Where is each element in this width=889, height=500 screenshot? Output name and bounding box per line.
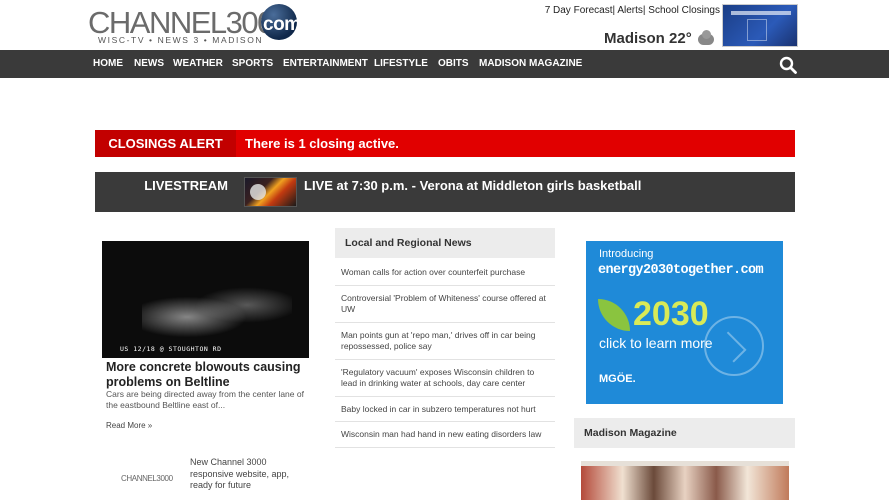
- ad-intro: Introducing: [599, 248, 654, 260]
- closings-alert-banner[interactable]: CLOSINGS ALERT There is 1 closing active…: [95, 130, 795, 157]
- logo-subtitle: WISC-TV • NEWS 3 • MADISON: [98, 35, 264, 45]
- weather-city: Madison: [604, 30, 665, 47]
- local-news-list: Woman calls for action over counterfeit …: [335, 260, 555, 448]
- nav-lifestyle[interactable]: LIFESTYLE: [374, 50, 428, 78]
- search-icon[interactable]: [779, 56, 797, 74]
- nav-weather[interactable]: WEATHER: [173, 50, 223, 78]
- logo-com: com: [263, 14, 301, 35]
- top-story-summary: Cars are being directed away from the ce…: [106, 389, 304, 410]
- ad-year: 2030: [633, 295, 709, 333]
- closings-alert-label: CLOSINGS ALERT: [95, 130, 236, 157]
- news-item[interactable]: Baby locked in car in subzero temperatur…: [335, 397, 555, 422]
- site-header: CHANNEL3000 com WISC-TV • NEWS 3 • MADIS…: [0, 0, 889, 50]
- leaf-icon: [598, 299, 630, 331]
- camera-caption: US 12/18 @ STOUGHTON RD: [120, 345, 222, 353]
- closings-alert-text: There is 1 closing active.: [245, 136, 399, 151]
- news-item[interactable]: Controversial 'Problem of Whiteness' cou…: [335, 286, 555, 323]
- livestream-title: LIVE at 7:30 p.m. - Verona at Middleton …: [304, 178, 642, 193]
- livestream-thumbnail: [244, 177, 297, 207]
- nav-news[interactable]: NEWS: [134, 50, 164, 78]
- main-nav: HOME NEWS WEATHER SPORTS ENTERTAINMENT L…: [0, 50, 889, 78]
- weather-widget[interactable]: Madison 22°: [604, 29, 714, 47]
- top-story-image[interactable]: US 12/18 @ STOUGHTON RD: [102, 241, 309, 358]
- ad-brand: MGÖE.: [599, 373, 636, 385]
- weather-temp: 22°: [669, 30, 692, 47]
- ad-cta: click to learn more: [599, 335, 713, 351]
- local-news-header: Local and Regional News: [335, 228, 555, 258]
- ad-url: energy2030together.com: [598, 263, 764, 278]
- top-story-title[interactable]: More concrete blowouts causing problems …: [106, 360, 311, 390]
- promo-headline[interactable]: New Channel 3000 responsive website, app…: [190, 457, 310, 492]
- nav-madison-magazine[interactable]: MADISON MAGAZINE: [479, 50, 582, 78]
- cloudy-weather-icon: [697, 29, 714, 45]
- news-item[interactable]: Woman calls for action over counterfeit …: [335, 260, 555, 286]
- energy-2030-ad[interactable]: Introducing energy2030together.com 2030 …: [586, 241, 783, 404]
- news-item[interactable]: Man points gun at 'repo man,' drives off…: [335, 323, 555, 360]
- livestream-banner[interactable]: LIVESTREAM LIVE at 7:30 p.m. - Verona at…: [95, 172, 795, 212]
- radar-map-thumbnail[interactable]: [722, 4, 798, 47]
- channel3000-logo[interactable]: CHANNEL3000 com WISC-TV • NEWS 3 • MADIS…: [88, 4, 310, 47]
- nav-obits[interactable]: OBITS: [438, 50, 469, 78]
- news-item[interactable]: Wisconsin man had hand in new eating dis…: [335, 422, 555, 448]
- arrow-icon: [704, 316, 764, 376]
- livestream-label: LIVESTREAM: [144, 178, 228, 193]
- nav-home[interactable]: HOME: [93, 50, 123, 78]
- read-more-link[interactable]: Read More »: [106, 421, 152, 430]
- nav-sports[interactable]: SPORTS: [232, 50, 273, 78]
- forecast-link[interactable]: 7 Day Forecast|: [545, 5, 615, 16]
- madison-magazine-image[interactable]: [581, 461, 789, 500]
- alerts-link[interactable]: Alerts|: [617, 5, 645, 16]
- header-top-links: 7 Day Forecast| Alerts| School Closings: [540, 5, 720, 16]
- madison-magazine-header: Madison Magazine: [574, 418, 795, 448]
- news-item[interactable]: 'Regulatory vacuum' exposes Wisconsin ch…: [335, 360, 555, 397]
- school-closings-link[interactable]: School Closings: [648, 5, 720, 16]
- nav-entertainment[interactable]: ENTERTAINMENT: [283, 50, 368, 78]
- promo-logo: CHANNEL3000: [121, 474, 173, 483]
- traffic-lights-photo: [142, 281, 292, 341]
